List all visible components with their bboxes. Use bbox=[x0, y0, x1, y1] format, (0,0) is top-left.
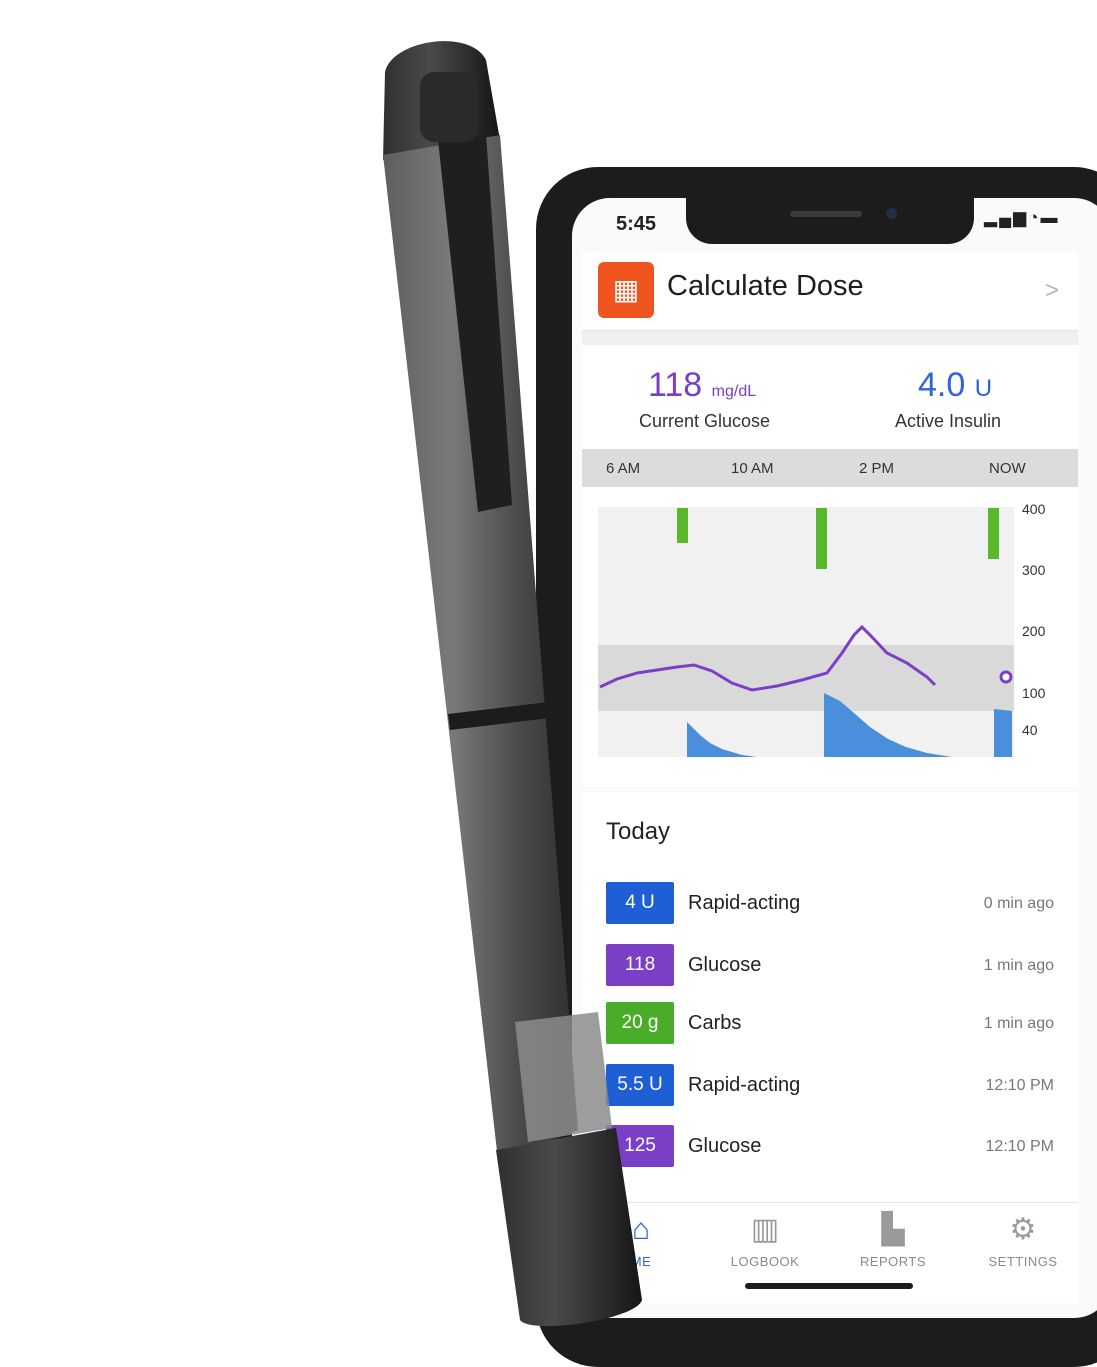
pen-dose-window bbox=[515, 1012, 612, 1142]
pen-dial bbox=[496, 1128, 642, 1327]
insulin-pen bbox=[383, 41, 642, 1327]
pen-cap-tip bbox=[420, 72, 478, 142]
